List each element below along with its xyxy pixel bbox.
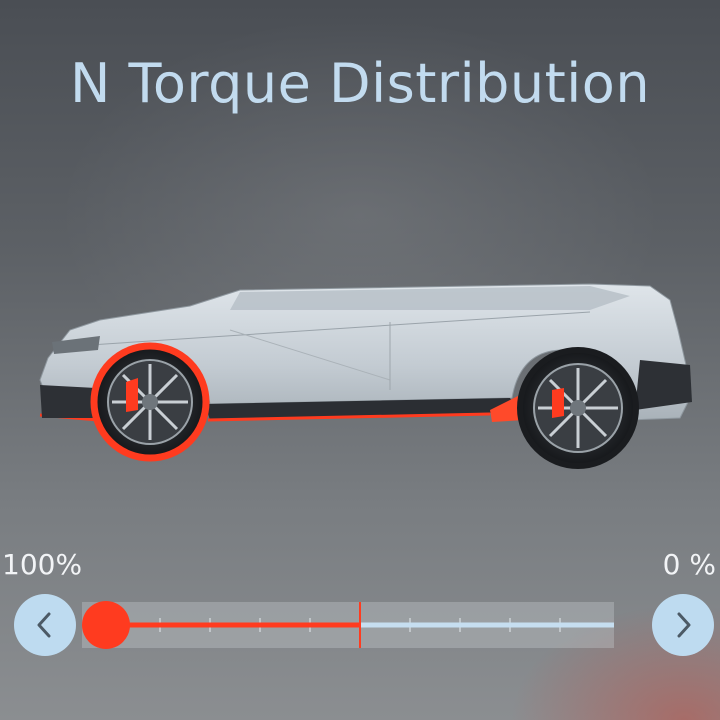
increase-button[interactable]	[652, 594, 714, 656]
chevron-right-icon	[677, 612, 691, 638]
rear-torque-percent: 0 %	[662, 548, 716, 581]
page-title: N Torque Distribution	[69, 52, 651, 115]
torque-slider-track[interactable]	[82, 602, 614, 648]
front-torque-percent: 100%	[2, 548, 83, 581]
decrease-button[interactable]	[14, 594, 76, 656]
chevron-left-icon	[37, 612, 51, 638]
slider-thumb[interactable]	[80, 599, 132, 651]
car-illustration	[39, 283, 692, 469]
